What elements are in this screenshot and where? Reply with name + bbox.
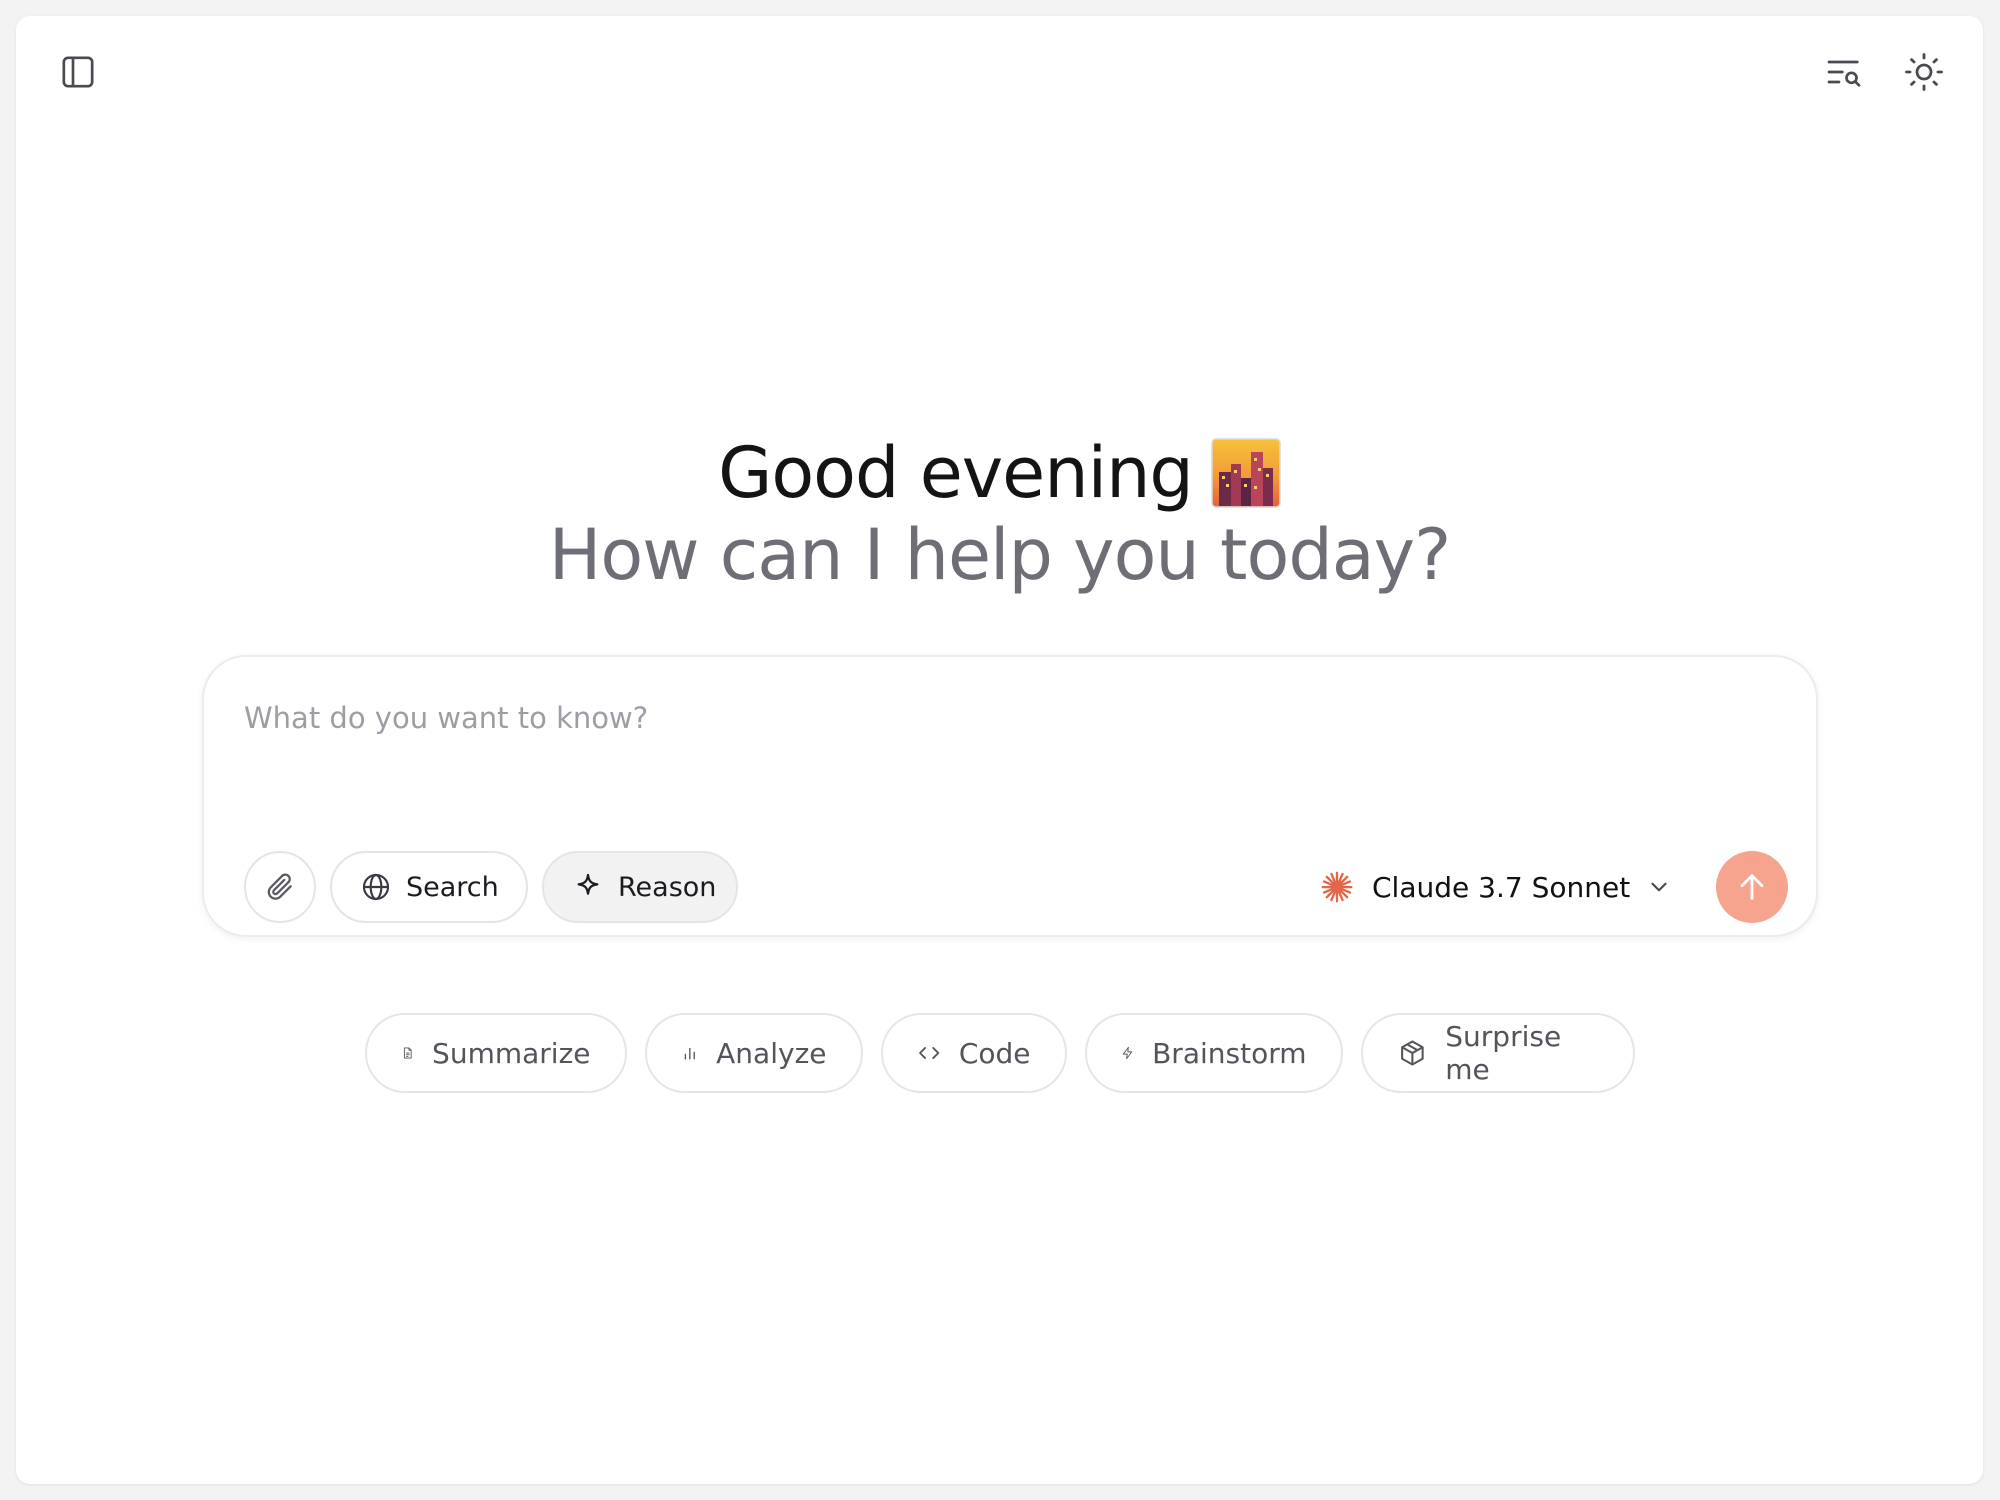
- suggestion-label: Brainstorm: [1152, 1036, 1307, 1070]
- suggestion-surprise[interactable]: Surprise me: [1360, 1013, 1635, 1093]
- greeting-text: Good evening: [718, 432, 1194, 514]
- chevron-down-icon: [1651, 882, 1667, 892]
- sparkle-icon: [577, 873, 599, 895]
- attach-button[interactable]: [244, 851, 316, 923]
- history-search-button[interactable]: [1816, 44, 1872, 100]
- suggestion-label: Code: [958, 1036, 1031, 1070]
- suggestion-label: Analyze: [716, 1036, 827, 1070]
- composer: Search Reason Claude 3.7 Sonnet: [202, 655, 1818, 937]
- document-icon: [403, 1047, 412, 1059]
- greeting: Good evening: [16, 428, 1983, 518]
- suggestion-label: Surprise me: [1445, 1020, 1562, 1086]
- reason-tool-button[interactable]: Reason: [542, 851, 738, 923]
- model-selector[interactable]: Claude 3.7 Sonnet: [1318, 851, 1672, 923]
- sun-icon: [1905, 53, 1943, 91]
- prompt-input[interactable]: [242, 693, 1742, 743]
- arrow-up-icon: [1740, 874, 1764, 900]
- suggestion-brainstorm[interactable]: Brainstorm: [1084, 1013, 1343, 1093]
- globe-icon: [362, 873, 390, 901]
- app-window: Good evening How can I help you today? W…: [16, 16, 1983, 1484]
- sidebar-icon: [62, 56, 94, 88]
- search-tool-label: Search: [406, 871, 499, 903]
- paperclip-icon: [267, 873, 292, 900]
- suggestion-row: Summarize Analyze Code Brainstorm Surpri…: [16, 1013, 1983, 1093]
- model-label: Claude 3.7 Sonnet: [1372, 870, 1631, 904]
- claude-logo-icon: [1321, 871, 1353, 903]
- search-tool-button[interactable]: Search: [330, 851, 528, 923]
- suggestion-code[interactable]: Code: [880, 1013, 1067, 1093]
- theme-toggle-button[interactable]: [1896, 44, 1952, 100]
- code-icon: [918, 1047, 939, 1059]
- search-history-icon: [1827, 60, 1861, 87]
- reason-tool-label: Reason: [618, 871, 717, 903]
- bar-chart-icon: [684, 1047, 695, 1060]
- suggestion-analyze[interactable]: Analyze: [644, 1013, 863, 1093]
- suggestion-label: Summarize: [432, 1036, 591, 1070]
- lightning-icon: [1122, 1046, 1132, 1060]
- sidebar-toggle-button[interactable]: [50, 44, 106, 100]
- subtitle: How can I help you today?: [548, 514, 1451, 596]
- city-dusk-icon: [1211, 438, 1281, 508]
- send-button[interactable]: [1716, 851, 1788, 923]
- cube-icon: [1400, 1040, 1424, 1066]
- suggestion-summarize[interactable]: Summarize: [364, 1013, 627, 1093]
